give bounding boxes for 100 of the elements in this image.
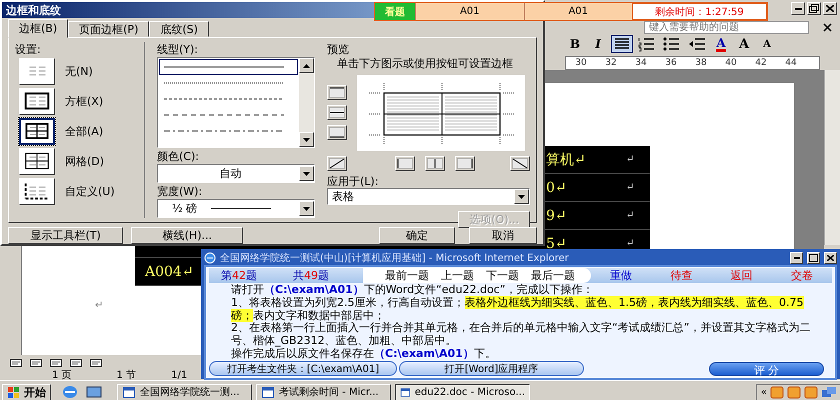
ruler-number: 36 [664, 58, 678, 68]
table-cell: ↵ [620, 202, 650, 230]
tray-app-icon[interactable] [770, 386, 784, 398]
dropdown-button[interactable] [299, 201, 314, 216]
ruler-number: 30 [574, 58, 588, 68]
scroll-down-button[interactable] [299, 132, 314, 148]
border-toggle-button[interactable] [327, 85, 347, 100]
color-label: 颜色(C): [157, 149, 200, 164]
line-style-list[interactable] [157, 57, 315, 148]
start-button[interactable]: 开始 [2, 384, 51, 400]
tray-app-icon[interactable] [787, 386, 801, 398]
width-label: 宽度(W): [157, 184, 204, 198]
instruction-text: 操作完成后以原文件名保存在（C:\exam\A01）下。 [231, 348, 497, 361]
table-cell: ↵ [620, 146, 650, 174]
status-text: 1/1 [171, 370, 188, 380]
layout-view-icon[interactable] [48, 356, 64, 368]
border-setting-button[interactable] [19, 118, 55, 144]
dialog-button[interactable]: 取消 [468, 227, 537, 244]
apply-to-dropdown[interactable]: 表格 [327, 188, 530, 205]
shrink-font-button[interactable]: A [757, 35, 777, 53]
down-arrow-icon [518, 194, 525, 198]
width-dropdown[interactable]: ½ 磅 [157, 199, 315, 218]
ruler-number: 32 [604, 58, 618, 68]
up-arrow-icon [303, 64, 310, 68]
solid-line-icon [164, 65, 284, 69]
tray-app-icon[interactable] [804, 386, 818, 398]
bullets-icon [662, 35, 682, 53]
preview-hint: 单击下方图示或使用按钮可设置边框 [336, 56, 514, 71]
dialog-tab[interactable]: 底纹(S) [149, 21, 209, 37]
open-button[interactable]: 打开考生文件夹：[C:\exam\A01] [209, 361, 397, 376]
close-button[interactable] [823, 2, 837, 15]
open-button[interactable]: 打开[Word]应用程序 [399, 361, 584, 376]
grade-button[interactable]: 评 分 [709, 362, 824, 376]
dialog-button[interactable]: 横线(H)... [131, 227, 244, 244]
status-text: 1 页 [52, 369, 72, 382]
reading-view-icon[interactable] [88, 356, 104, 368]
close-button[interactable] [824, 252, 837, 264]
taskbar-item[interactable]: 全国网络学院统一测... [117, 384, 252, 400]
instruction-text: 请打开（C:\exam\A01）下的Word文件“edu22.doc”，完成以下操作： [231, 284, 594, 296]
dialog-button[interactable]: 显示工具栏(T) [8, 227, 124, 244]
apply-to-label: 应用于(L): [327, 174, 380, 188]
setting-label: 方框(X) [65, 94, 104, 108]
italic-button[interactable]: I [588, 35, 608, 53]
scroll-up-button[interactable] [299, 58, 314, 73]
help-search-field[interactable]: 键入需要帮助的问题 [644, 20, 809, 34]
setting-label: 网格(D) [65, 154, 104, 168]
question-counter: 第42题 [220, 268, 258, 283]
dash-long-line-icon [164, 113, 284, 117]
table-cell: ↵ [620, 174, 650, 202]
numbered-icon [637, 35, 657, 53]
color-dropdown[interactable]: 自动 [157, 164, 315, 184]
dialog-tab[interactable]: 边框(B) [8, 19, 68, 38]
setting-label: 全部(A) [65, 124, 104, 138]
border-line-icon [328, 157, 346, 170]
dropdown-button[interactable] [514, 189, 529, 204]
outline-view-icon[interactable] [68, 356, 84, 368]
font-color-button[interactable]: A [711, 35, 731, 53]
web-view-icon[interactable] [28, 356, 44, 368]
desktop-icon[interactable] [85, 384, 103, 400]
taskbar-item[interactable]: edu22.doc - Microso... [395, 384, 530, 400]
grow-font-button[interactable]: A [734, 35, 754, 53]
setting-label: 无(N) [65, 64, 93, 78]
border-toggle-button[interactable] [327, 105, 347, 120]
border-toggle-button[interactable] [455, 156, 475, 171]
border-toggle-button[interactable] [395, 156, 415, 171]
ruler-number: 38 [694, 58, 708, 68]
setting-label: 自定义(U) [65, 184, 115, 198]
border-toggle-button[interactable] [510, 156, 530, 171]
normal-view-icon[interactable] [8, 356, 24, 368]
dialog-tab[interactable]: 页面边框(P) [68, 21, 150, 37]
dialog-button[interactable]: 确定 [379, 227, 455, 244]
taskbar-item[interactable]: 考试剩余时间 - Micr... [256, 384, 391, 400]
network-icon[interactable] [821, 386, 837, 398]
minimize-button[interactable] [791, 2, 805, 15]
minimize-icon [794, 257, 800, 259]
window-icon [122, 386, 136, 398]
restore-button[interactable] [807, 2, 821, 15]
border-toggle-button[interactable] [327, 125, 347, 140]
down-arrow-icon [303, 172, 310, 176]
line-style-option[interactable] [159, 59, 298, 75]
bold-button[interactable]: B [565, 35, 585, 53]
scrollbar[interactable] [299, 58, 314, 148]
minimize-button[interactable] [790, 252, 803, 264]
down-arrow-icon [303, 138, 310, 142]
dash-dot-line-icon [164, 129, 284, 133]
justify-button[interactable] [611, 35, 633, 53]
ruler-number: 34 [634, 58, 648, 68]
windows-logo-icon [7, 386, 21, 398]
vertical-scrollbar[interactable] [824, 70, 840, 245]
question-counter: 共49题 [292, 268, 330, 283]
border-toggle-button[interactable] [327, 156, 347, 171]
action-link[interactable]: 重做 [591, 268, 652, 283]
line-width-sample-icon [211, 207, 272, 210]
settings-label: 设置: [15, 42, 42, 56]
show-hidden-icons-button[interactable]: « [760, 386, 767, 398]
border-line-icon [511, 157, 529, 170]
browser-icon[interactable] [61, 384, 79, 400]
border-toggle-button[interactable] [425, 156, 445, 171]
dropdown-button[interactable] [299, 166, 314, 182]
maximize-button[interactable] [807, 252, 820, 264]
